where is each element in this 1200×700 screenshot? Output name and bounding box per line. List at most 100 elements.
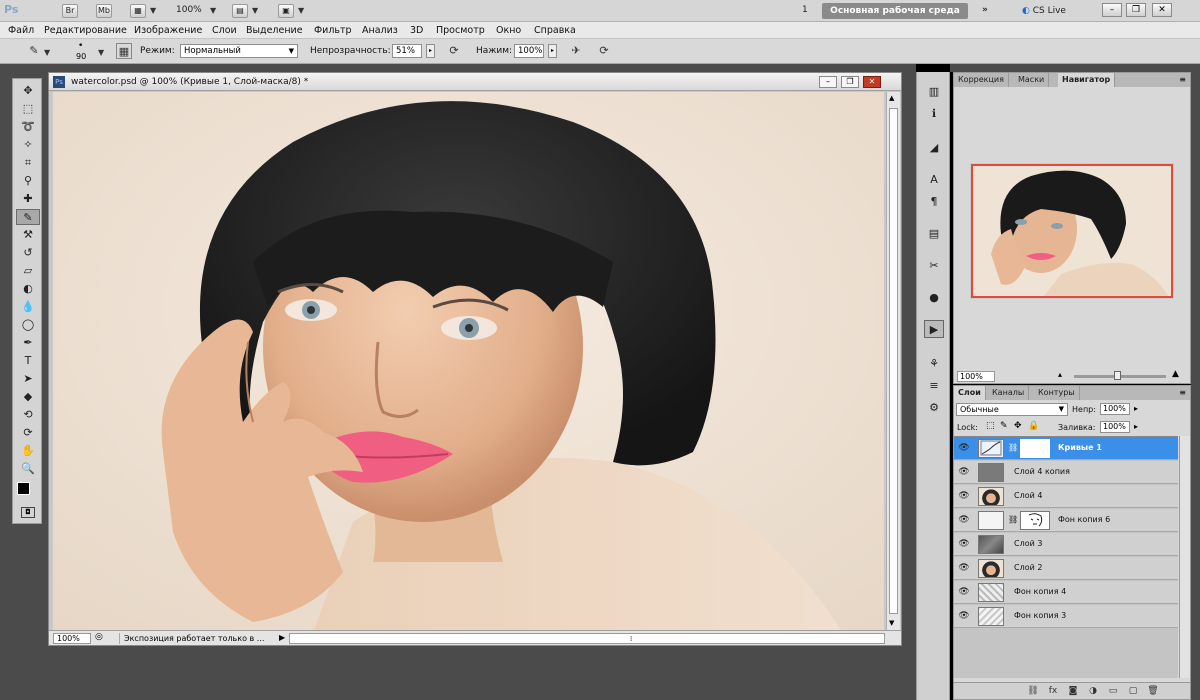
hand-tool-icon[interactable]: ✋ [16, 443, 40, 459]
cs-live-button[interactable]: ◐ CS Live [1022, 3, 1092, 19]
layer-row[interactable]: 👁 Фон копия 4 [954, 581, 1178, 604]
scroll-up-icon[interactable]: ▲ [889, 94, 894, 102]
brush-size-value[interactable]: 90 [76, 52, 86, 61]
doc-close-button[interactable]: ✕ [863, 76, 881, 88]
scroll-grip-icon[interactable]: ⁞ [630, 635, 632, 643]
notes-panel-icon[interactable]: ▤ [924, 224, 944, 242]
3d-camera-icon[interactable]: ⟳ [16, 425, 40, 441]
layer-row[interactable]: 👁 Фон копия 3 [954, 605, 1178, 628]
paragraph-panel-icon[interactable]: ¶ [924, 192, 944, 210]
crop-tool-icon[interactable]: ⌗ [16, 155, 40, 171]
flow-stepper[interactable]: ▸ [548, 44, 557, 58]
chevron-down-icon[interactable]: ▼ [150, 6, 156, 15]
layer-mask-thumbnail[interactable] [1020, 439, 1050, 458]
layer-mask-thumbnail[interactable] [1020, 511, 1050, 530]
doc-restore-button[interactable]: ❐ [841, 76, 859, 88]
tab-navigator[interactable]: Навигатор [1058, 73, 1116, 87]
opacity-stepper[interactable]: ▸ [426, 44, 435, 58]
tab-layers[interactable]: Слои [954, 386, 986, 400]
layers-scrollbar[interactable] [1179, 436, 1190, 678]
delete-layer-icon[interactable]: 🗑 [1146, 685, 1160, 697]
visibility-eye-icon[interactable]: 👁 [958, 515, 970, 525]
menu-layers[interactable]: Слои [212, 25, 237, 36]
menu-help[interactable]: Справка [534, 25, 576, 36]
history-brush-icon[interactable]: ↺ [16, 245, 40, 261]
chevron-down-icon[interactable]: ▼ [298, 6, 304, 15]
info-panel-icon[interactable]: ℹ [924, 104, 944, 122]
arrange-documents-button[interactable]: ▤ [232, 4, 248, 18]
tab-paths[interactable]: Контуры [1034, 386, 1080, 400]
visibility-eye-icon[interactable]: 👁 [958, 491, 970, 501]
layer-row[interactable]: 👁 Слой 4 [954, 485, 1178, 508]
navigator-view-box[interactable] [971, 164, 1173, 298]
adjustments-panel-icon[interactable]: ≡ [924, 376, 944, 394]
layer-row[interactable]: 👁 Слой 3 [954, 533, 1178, 556]
opacity-field[interactable]: 51% [392, 44, 422, 58]
character-panel-icon[interactable]: A [924, 170, 944, 188]
menu-edit[interactable]: Редактирование [44, 25, 127, 36]
zoom-out-icon[interactable]: ▴ [1058, 370, 1062, 379]
horizontal-scrollbar[interactable]: ⁞ [289, 633, 885, 644]
tablet-pressure-size-icon[interactable]: ⟳ [596, 43, 612, 59]
eyedropper-icon[interactable]: ⚲ [16, 173, 40, 189]
flow-field[interactable]: 100% [514, 44, 544, 58]
lock-transparency-icon[interactable]: ⬚ [986, 421, 995, 431]
eraser-icon[interactable]: ▱ [16, 263, 40, 279]
status-menu-arrow-icon[interactable]: ▶ [279, 633, 285, 642]
menu-analysis[interactable]: Анализ [362, 25, 398, 36]
mini-bridge-button[interactable]: Mb [96, 4, 112, 18]
brush-panel-toggle-icon[interactable]: ▦ [116, 43, 132, 59]
lock-position-icon[interactable]: ✥ [1014, 421, 1022, 431]
chevron-down-icon[interactable]: ▼ [252, 6, 258, 15]
add-mask-icon[interactable]: ◙ [1066, 685, 1080, 697]
layer-row[interactable]: 👁 ⛓ Фон копия 6 [954, 509, 1178, 532]
navigator-zoom-field[interactable]: 100% [957, 371, 995, 382]
status-info-icon[interactable]: ◎ [95, 632, 103, 642]
navigator-zoom-slider-knob[interactable] [1114, 371, 1121, 380]
visibility-eye-icon[interactable]: 👁 [958, 467, 970, 477]
tab-masks[interactable]: Маски [1014, 73, 1050, 87]
layer-row[interactable]: 👁 Слой 4 копия [954, 461, 1178, 484]
move-tool-icon[interactable]: ✥ [16, 83, 40, 99]
visibility-eye-icon[interactable]: 👁 [958, 539, 970, 549]
menu-file[interactable]: Файл [8, 25, 34, 36]
new-adjustment-icon[interactable]: ◑ [1086, 685, 1100, 697]
document-zoom-field[interactable]: 100% [53, 633, 91, 644]
layer-opacity-field[interactable]: 100% [1100, 403, 1130, 415]
healing-brush-icon[interactable]: ✚ [16, 191, 40, 207]
minimize-button[interactable]: – [1102, 3, 1122, 17]
visibility-eye-icon[interactable]: 👁 [958, 587, 970, 597]
chevron-down-icon[interactable]: ▼ [210, 6, 216, 15]
scroll-down-icon[interactable]: ▼ [889, 619, 894, 627]
tab-channels[interactable]: Каналы [988, 386, 1030, 400]
vertical-scroll-thumb[interactable] [889, 108, 898, 614]
fill-slider-arrow-icon[interactable]: ▸ [1134, 422, 1138, 431]
document-tab[interactable]: Ps watercolor.psd @ 100% (Кривые 1, Слой… [49, 73, 901, 91]
panel-menu-icon[interactable]: ≡ [1179, 75, 1186, 84]
zoom-level-display[interactable]: 100% [176, 5, 202, 15]
clone-stamp-icon[interactable]: ⚒ [16, 227, 40, 243]
lock-pixels-icon[interactable]: ✎ [1000, 421, 1008, 431]
menu-view[interactable]: Просмотр [436, 25, 485, 36]
path-select-icon[interactable]: ➤ [16, 371, 40, 387]
brush-tool-icon[interactable]: ✎ [16, 209, 40, 225]
lasso-tool-icon[interactable]: ➰ [16, 119, 40, 135]
new-group-icon[interactable]: ▭ [1106, 685, 1120, 697]
double-chevron-right-icon[interactable]: » [982, 5, 988, 15]
layer-row[interactable]: 👁 Слой 2 [954, 557, 1178, 580]
marquee-tool-icon[interactable]: ⬚ [16, 101, 40, 117]
link-layers-icon[interactable]: ⛓ [1026, 685, 1040, 697]
layer-row-curves-1[interactable]: 👁 ⛓ Кривые 1 [954, 437, 1178, 460]
image-canvas[interactable] [53, 92, 884, 633]
layer-style-icon[interactable]: fx [1046, 685, 1060, 697]
gradient-icon[interactable]: ◐ [16, 281, 40, 297]
brush-panel-icon[interactable]: ⚘ [924, 354, 944, 372]
color-panel-icon[interactable]: ◢ [924, 138, 944, 156]
mask-link-icon[interactable]: ⛓ [1008, 443, 1018, 452]
new-layer-icon[interactable]: ▢ [1126, 685, 1140, 697]
chevron-down-icon[interactable]: ▼ [98, 48, 104, 57]
screen-mode-button[interactable]: ▣ [278, 4, 294, 18]
menu-select[interactable]: Выделение [246, 25, 303, 36]
blur-icon[interactable]: 💧 [16, 299, 40, 315]
opacity-slider-arrow-icon[interactable]: ▸ [1134, 404, 1138, 413]
